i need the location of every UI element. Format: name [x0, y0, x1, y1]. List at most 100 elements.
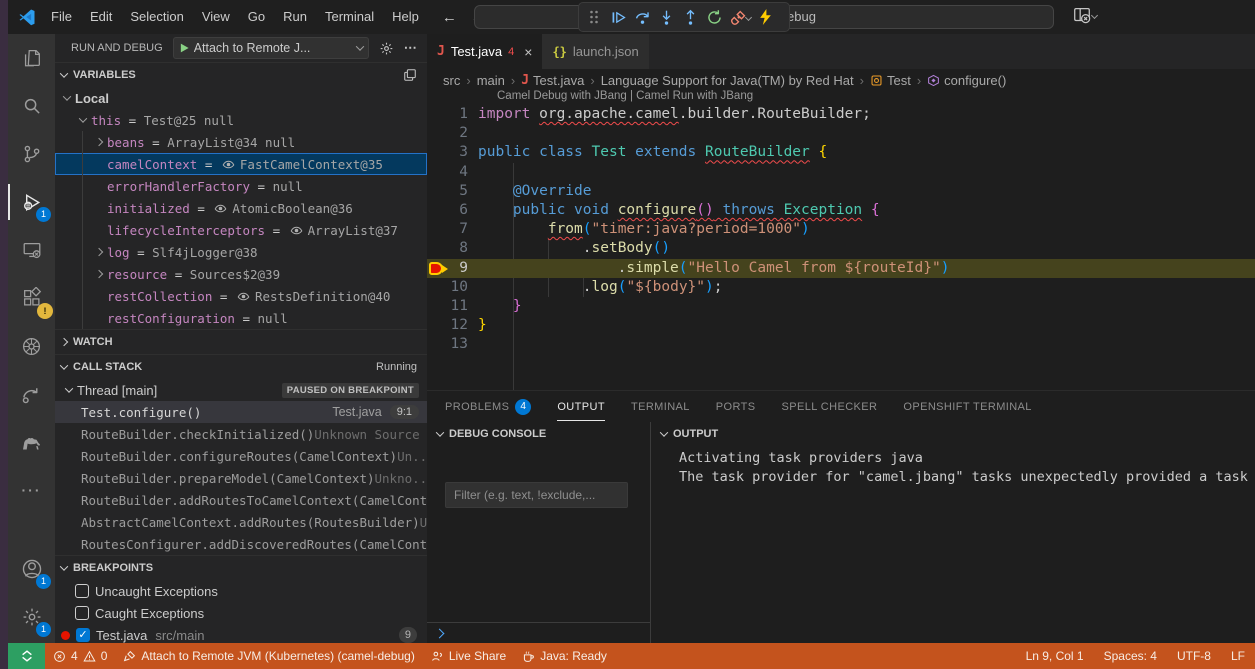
code-line-10[interactable]: 10 .log("${body}");: [427, 278, 1255, 297]
cursor-position[interactable]: Ln 9, Col 1: [1016, 649, 1094, 663]
code-line-11[interactable]: 11 }: [427, 297, 1255, 316]
activity-source-control[interactable]: [8, 130, 55, 178]
toolbar-drag-grip[interactable]: [582, 5, 606, 29]
breakpoint-row[interactable]: Uncaught Exceptions: [55, 580, 427, 602]
menu-help[interactable]: Help: [383, 0, 428, 34]
problems-status[interactable]: 4 0: [45, 643, 115, 669]
panel-tab-terminal[interactable]: TERMINAL: [631, 391, 690, 422]
restart-button[interactable]: [702, 5, 726, 29]
breakpoints-section-header[interactable]: BREAKPOINTS: [55, 555, 427, 580]
callstack-frame[interactable]: AbstractCamelContext.addRoutes(RoutesBui…: [55, 511, 427, 533]
breakpoint-checkbox[interactable]: ✓: [76, 628, 90, 642]
breakpoint-checkbox[interactable]: [75, 584, 89, 598]
code-line-13[interactable]: 13: [427, 335, 1255, 354]
code-line-1[interactable]: 1import org.apache.camel.builder.RouteBu…: [427, 105, 1255, 124]
panel-tab-output[interactable]: OUTPUT: [557, 391, 605, 422]
layout-dropdown-chevron-icon[interactable]: [1091, 11, 1098, 18]
breakpoint-row[interactable]: ✓Test.javasrc/main9: [55, 624, 427, 643]
activity-explorer[interactable]: [8, 34, 55, 82]
variable-row[interactable]: restCollection = RestsDefinition@40: [55, 285, 427, 307]
panel-tab-ports[interactable]: PORTS: [716, 391, 756, 422]
variable-row[interactable]: Local: [55, 87, 427, 109]
breadcrumb-item[interactable]: Language Support for Java(TM) by Red Hat: [601, 73, 854, 88]
step-into-button[interactable]: [654, 5, 678, 29]
breakpoint-row[interactable]: Caught Exceptions: [55, 602, 427, 624]
variable-row[interactable]: this = Test@25 null: [55, 109, 427, 131]
menu-run[interactable]: Run: [274, 0, 316, 34]
eol-setting[interactable]: LF: [1221, 649, 1255, 663]
continue-button[interactable]: [606, 5, 630, 29]
variable-row[interactable]: errorHandlerFactory = null: [55, 175, 427, 197]
code-line-4[interactable]: 4: [427, 163, 1255, 182]
callstack-frame[interactable]: RouteBuilder.configureRoutes(CamelContex…: [55, 445, 427, 467]
menu-file[interactable]: File: [42, 0, 81, 34]
code-line-12[interactable]: 12}: [427, 316, 1255, 335]
activity-settings[interactable]: 1: [8, 593, 55, 641]
code-line-3[interactable]: 3public class Test extends RouteBuilder …: [427, 143, 1255, 162]
activity-camel[interactable]: [8, 418, 55, 466]
menu-edit[interactable]: Edit: [81, 0, 121, 34]
activity-accounts[interactable]: 1: [8, 545, 55, 593]
callstack-frame[interactable]: Test.configure()Test.java9:1: [55, 401, 427, 423]
variable-row[interactable]: lifecycleInterceptors = ArrayList@37: [55, 219, 427, 241]
breakpoint-checkbox[interactable]: [75, 606, 89, 620]
current-breakpoint-icon[interactable]: [429, 262, 443, 275]
menu-view[interactable]: View: [193, 0, 239, 34]
variable-row[interactable]: restConfiguration = null: [55, 307, 427, 329]
go-back-icon[interactable]: ←: [442, 9, 457, 26]
step-over-button[interactable]: [630, 5, 654, 29]
thread-row[interactable]: Thread [main] PAUSED ON BREAKPOINT: [55, 379, 427, 401]
java-status[interactable]: Java: Ready: [514, 643, 615, 669]
menu-selection[interactable]: Selection: [121, 0, 192, 34]
breadcrumb-item[interactable]: Test: [870, 73, 911, 88]
encoding-setting[interactable]: UTF-8: [1167, 649, 1221, 663]
breadcrumb-item[interactable]: src: [443, 73, 460, 88]
variable-row[interactable]: resource = Sources$2@39: [55, 263, 427, 285]
call-stack-section-header[interactable]: CALL STACK Running: [55, 354, 427, 379]
variables-section-header[interactable]: VARIABLES: [55, 62, 427, 87]
activity-extensions[interactable]: !: [8, 274, 55, 322]
activity-kubernetes[interactable]: [8, 322, 55, 370]
code-line-6[interactable]: 6 public void configure() throws Excepti…: [427, 201, 1255, 220]
output-header[interactable]: OUTPUT: [651, 422, 1255, 446]
indentation-setting[interactable]: Spaces: 4: [1094, 649, 1167, 663]
code-line-8[interactable]: 8 .setBody(): [427, 239, 1255, 258]
tab-launch-json[interactable]: {} launch.json: [542, 34, 648, 69]
disconnect-dropdown-chevron-icon[interactable]: [745, 13, 752, 20]
menu-terminal[interactable]: Terminal: [316, 0, 383, 34]
panel-tab-spell-checker[interactable]: SPELL CHECKER: [782, 391, 878, 422]
activity-search[interactable]: [8, 82, 55, 130]
breadcrumb-item[interactable]: configure(): [927, 73, 1006, 88]
code-line-7[interactable]: 7 from("timer:java?period=1000"): [427, 220, 1255, 239]
live-share-status[interactable]: Live Share: [423, 643, 514, 669]
code-editor[interactable]: 1import org.apache.camel.builder.RouteBu…: [427, 105, 1255, 390]
codelens-links[interactable]: Camel Debug with JBang | Camel Run with …: [497, 90, 753, 102]
tab-test-java[interactable]: J Test.java 4 ×: [427, 34, 542, 69]
watch-section-header[interactable]: WATCH: [55, 329, 427, 354]
remote-indicator[interactable]: [8, 643, 45, 669]
debug-console-copy-icon[interactable]: [403, 68, 417, 82]
debug-session-status[interactable]: Attach to Remote JVM (Kubernetes) (camel…: [115, 643, 422, 669]
callstack-frame[interactable]: RoutesConfigurer.addDiscoveredRoutes(Cam…: [55, 533, 427, 555]
activity-remote-explorer[interactable]: [8, 226, 55, 274]
activity-openshift[interactable]: [8, 370, 55, 418]
debug-console-header[interactable]: DEBUG CONSOLE: [427, 422, 650, 446]
debug-console-filter-input[interactable]: [445, 482, 628, 508]
code-line-5[interactable]: 5 @Override: [427, 182, 1255, 201]
panel-tab-problems[interactable]: PROBLEMS4: [445, 391, 531, 422]
callstack-frame[interactable]: RouteBuilder.addRoutesToCamelContext(Cam…: [55, 489, 427, 511]
step-out-button[interactable]: [678, 5, 702, 29]
callstack-frame[interactable]: RouteBuilder.checkInitialized()Unknown S…: [55, 423, 427, 445]
variable-row[interactable]: camelContext = FastCamelContext@35: [55, 153, 427, 175]
activity-more[interactable]: ···: [8, 466, 55, 514]
activity-run-and-debug[interactable]: 1: [8, 178, 55, 226]
code-line-2[interactable]: 2: [427, 124, 1255, 143]
debug-settings-gear-icon[interactable]: [379, 41, 394, 56]
debug-console-repl-input[interactable]: [427, 622, 650, 643]
panel-tab-openshift-terminal[interactable]: OPENSHIFT TERMINAL: [903, 391, 1031, 422]
variable-row[interactable]: beans = ArrayList@34 null: [55, 131, 427, 153]
start-debug-icon[interactable]: [179, 42, 190, 54]
launch-config-dropdown[interactable]: Attach to Remote J...: [173, 37, 369, 59]
breadcrumb-item[interactable]: JTest.java: [521, 73, 584, 88]
callstack-frame[interactable]: RouteBuilder.prepareModel(CamelContext)U…: [55, 467, 427, 489]
